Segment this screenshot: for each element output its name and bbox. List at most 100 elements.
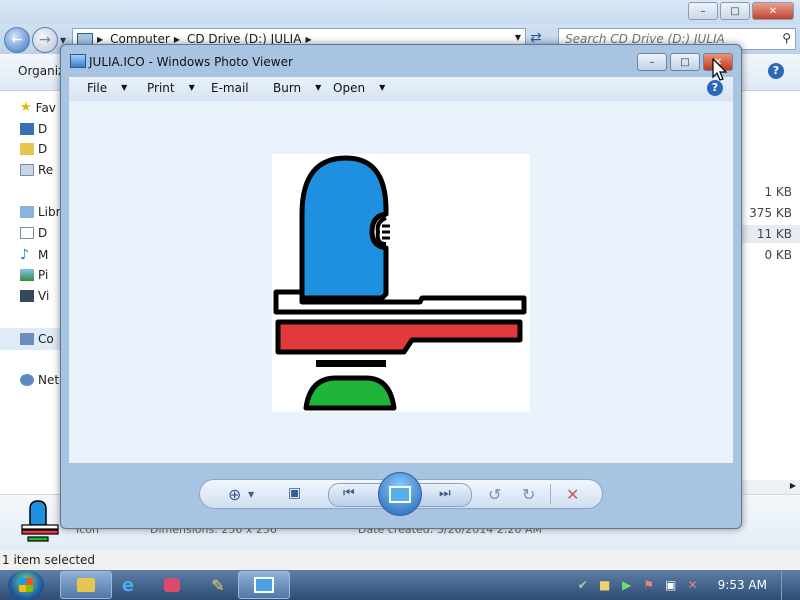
previous-icon[interactable]: ⏮	[343, 486, 355, 501]
window-title: JULIA.ICO - Windows Photo Viewer	[89, 55, 293, 69]
playback-controls: ⊕ ▼ ▣ ⏮ ⏭ ↺ ↻ ✕	[199, 472, 603, 516]
media-center-icon	[164, 578, 180, 592]
maximize-button[interactable]: □	[720, 2, 750, 20]
nav-network[interactable]: Net	[20, 373, 59, 387]
delete-icon[interactable]: ✕	[566, 485, 579, 504]
folder-icon	[77, 578, 95, 592]
viewer-minimize-button[interactable]: –	[637, 53, 667, 71]
videos-icon	[20, 290, 34, 302]
address-dropdown-icon[interactable]: ▼	[515, 33, 521, 42]
flag-icon[interactable]: ⚑	[642, 578, 656, 592]
nav-recent-places[interactable]: Re	[20, 163, 53, 177]
nav-label: D	[38, 142, 48, 156]
clock[interactable]: 9:53 AM	[718, 578, 767, 592]
paint-icon: ✎	[211, 575, 225, 595]
zoom-dropdown-icon[interactable]: ▼	[248, 490, 254, 499]
scroll-right-icon[interactable]: ▶	[790, 481, 796, 490]
pictures-icon	[20, 269, 34, 281]
explorer-titlebar: – □ ✕	[0, 0, 800, 24]
volume-muted-icon[interactable]: ✕	[686, 578, 700, 592]
star-icon: ★	[20, 100, 32, 115]
nav-documents[interactable]: D	[20, 226, 47, 240]
nav-label: Pi	[38, 268, 49, 282]
file-size-selected[interactable]: 11 KB	[742, 225, 800, 243]
forward-button[interactable]: →	[32, 27, 58, 53]
music-note-icon: ♪	[20, 247, 29, 263]
action-center-icon[interactable]: ✔	[576, 578, 590, 592]
desktop-icon	[20, 123, 34, 135]
menu-label: E-mail	[211, 81, 249, 95]
recent-places-icon	[20, 164, 34, 176]
nav-music[interactable]: ♪ M	[20, 247, 48, 263]
computer-icon	[20, 333, 34, 345]
nav-desktop[interactable]: D	[20, 122, 47, 136]
zoom-icon[interactable]: ⊕	[228, 485, 241, 504]
menu-burn[interactable]: Burn ▼	[273, 81, 321, 95]
nav-label: D	[38, 122, 48, 136]
nav-pictures[interactable]: Pi	[20, 268, 48, 282]
document-icon	[20, 227, 34, 239]
nav-computer[interactable]: Co	[0, 328, 62, 350]
rotate-ccw-icon[interactable]: ↺	[488, 485, 501, 504]
control-divider	[550, 484, 551, 504]
taskbar-media-center-button[interactable]	[146, 571, 198, 599]
menu-email[interactable]: E-mail	[211, 81, 249, 95]
viewer-control-strip: ⊕ ▼ ▣ ⏮ ⏭ ↺ ↻ ✕	[69, 463, 733, 523]
slideshow-button[interactable]	[378, 472, 422, 516]
show-desktop-button[interactable]	[781, 570, 792, 600]
nav-label: Co	[38, 332, 54, 346]
viewer-help-icon[interactable]: ?	[707, 80, 723, 96]
nav-favorites[interactable]: ★ Fav	[20, 100, 56, 115]
library-icon	[20, 206, 34, 218]
search-icon[interactable]: ⚲	[782, 31, 791, 45]
breadcrumb-separator-icon: ▶	[97, 34, 104, 44]
next-icon[interactable]: ⏭	[439, 486, 451, 501]
viewer-maximize-button[interactable]: □	[670, 53, 700, 71]
nav-libraries[interactable]: Libr	[20, 205, 61, 219]
actual-size-icon[interactable]: ▣	[288, 485, 301, 501]
network-icon	[20, 374, 34, 386]
back-arrow-icon: ←	[11, 32, 23, 48]
media-play-icon[interactable]: ▶	[620, 578, 634, 592]
horizontal-scrollbar[interactable]: ▶	[736, 480, 800, 494]
dropdown-arrow-icon: ▼	[379, 83, 386, 92]
menu-label: Open	[333, 81, 366, 95]
security-icon[interactable]: ■	[598, 578, 612, 592]
close-button[interactable]: ✕	[752, 2, 794, 20]
image-canvas[interactable]	[69, 101, 733, 463]
nav-label: M	[38, 248, 49, 262]
slideshow-icon	[389, 485, 411, 503]
minimize-button[interactable]: –	[688, 2, 718, 20]
folder-icon	[20, 143, 34, 155]
mouse-pointer-icon	[712, 58, 728, 81]
navigation-pane: ★ Fav D D Re Libr D ♪ M Pi Vi Co Net	[0, 90, 62, 490]
nav-videos[interactable]: Vi	[20, 289, 49, 303]
help-icon[interactable]: ?	[768, 63, 784, 79]
menu-file[interactable]: File ▼	[87, 81, 127, 95]
breadcrumb-separator-icon: ▶	[305, 34, 312, 44]
nav-label: Net	[38, 373, 60, 387]
forward-arrow-icon: →	[39, 32, 51, 48]
taskbar-paint-button[interactable]: ✎	[192, 571, 244, 599]
menu-open[interactable]: Open ▼	[333, 81, 385, 95]
taskbar-photo-viewer-button[interactable]	[238, 571, 290, 599]
breadcrumb-separator-icon: ▶	[173, 34, 180, 44]
internet-explorer-icon: e	[121, 574, 135, 596]
viewer-menu-bar: File ▼ Print ▼ E-mail Burn ▼ Open ▼ ?	[69, 77, 733, 101]
menu-label: Print	[147, 81, 175, 95]
dropdown-arrow-icon: ▼	[315, 83, 322, 92]
start-button[interactable]	[8, 570, 44, 600]
organize-button[interactable]: Organiz	[18, 64, 64, 78]
rotate-cw-icon[interactable]: ↻	[522, 485, 535, 504]
viewer-titlebar[interactable]: JULIA.ICO - Windows Photo Viewer – □ ✕	[61, 45, 741, 79]
photo-viewer-app-icon	[70, 54, 86, 68]
menu-print[interactable]: Print ▼	[147, 81, 195, 95]
dropdown-arrow-icon: ▼	[121, 83, 128, 92]
status-bar: 1 item selected	[0, 550, 800, 570]
back-button[interactable]: ←	[4, 27, 30, 53]
status-text: 1 item selected	[2, 553, 96, 567]
taskbar: e ✎ ✔ ■ ▶ ⚑ ▣ ✕ 9:53 AM	[0, 570, 800, 600]
nav-downloads[interactable]: D	[20, 142, 47, 156]
dropdown-arrow-icon: ▼	[188, 83, 195, 92]
network-tray-icon[interactable]: ▣	[664, 578, 678, 592]
